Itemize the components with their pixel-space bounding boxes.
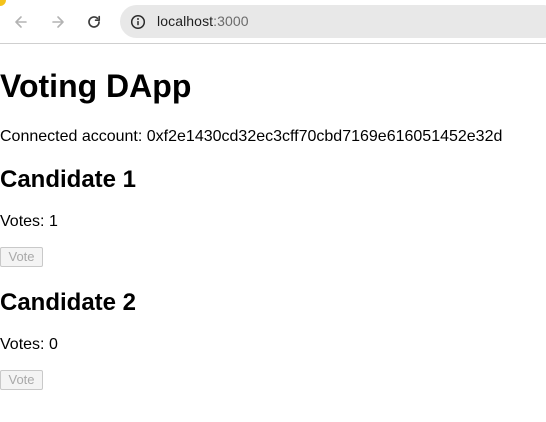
info-icon (130, 14, 145, 29)
candidate-2-vote-button[interactable]: Vote (0, 370, 43, 390)
votes-label: Votes: (0, 213, 45, 230)
votes-count: 1 (48, 213, 58, 230)
candidate-2-votes: Votes: 0 (0, 335, 58, 355)
connected-account: Connected account: 0xf2e1430cd32ec3cff70… (0, 127, 502, 147)
forward-button[interactable] (47, 11, 69, 33)
page-title: Voting DApp (0, 68, 192, 104)
candidate-1-vote-button[interactable]: Vote (0, 247, 43, 267)
reload-button[interactable] (83, 11, 105, 33)
account-label: Connected account: (0, 128, 143, 145)
candidate-1-name: Candidate 1 (0, 166, 137, 193)
browser-toolbar: localhost:3000 (0, 0, 546, 44)
votes-label: Votes: (0, 336, 45, 353)
back-button[interactable] (10, 11, 32, 33)
url-host: localhost (157, 13, 214, 29)
url-text[interactable]: localhost:3000 (157, 13, 249, 30)
arrow-right-icon (52, 16, 64, 28)
candidate-1-votes: Votes: 1 (0, 212, 58, 232)
profile-accent-dot (0, 0, 6, 6)
arrow-left-icon (15, 16, 27, 28)
account-address: 0xf2e1430cd32ec3cff70cbd7169e616051452e3… (146, 128, 503, 145)
candidate-2-name: Candidate 2 (0, 289, 137, 316)
reload-icon (88, 15, 101, 28)
site-info-button[interactable] (129, 13, 146, 30)
address-bar[interactable]: localhost:3000 (120, 5, 546, 38)
url-port: :3000 (213, 13, 249, 29)
votes-count: 0 (48, 336, 58, 353)
